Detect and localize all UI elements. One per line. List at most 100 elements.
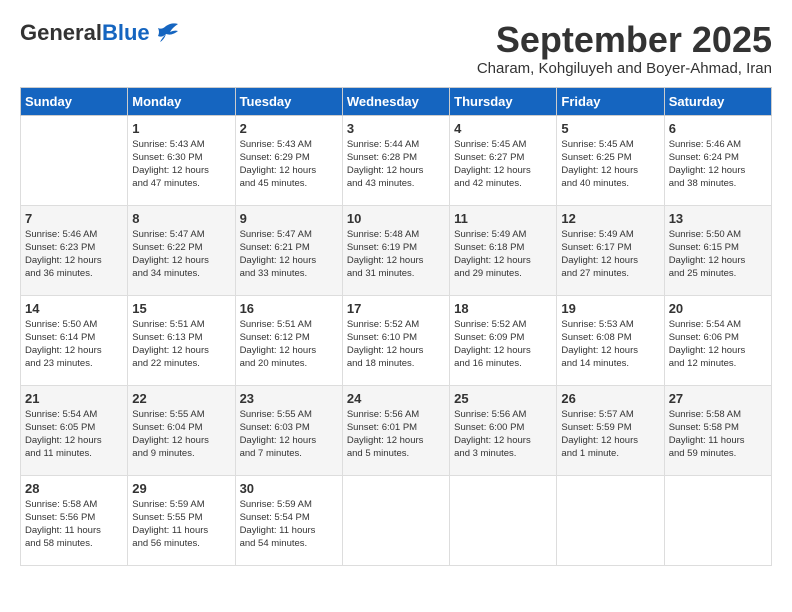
day-number: 8 <box>132 211 230 226</box>
day-number: 1 <box>132 121 230 136</box>
calendar-cell <box>21 115 128 205</box>
calendar-cell <box>450 475 557 565</box>
weekday-header-tuesday: Tuesday <box>235 87 342 115</box>
day-info: Sunrise: 5:46 AM Sunset: 6:23 PM Dayligh… <box>25 228 123 281</box>
calendar-cell: 1Sunrise: 5:43 AM Sunset: 6:30 PM Daylig… <box>128 115 235 205</box>
weekday-header-monday: Monday <box>128 87 235 115</box>
day-number: 10 <box>347 211 445 226</box>
calendar-cell: 26 Sunrise: 5:57 AM Sunset: 5:59 PM Dayli… <box>557 385 664 475</box>
day-info: Sunrise: 5:54 AM Sunset: 6:06 PM Dayligh… <box>669 318 767 371</box>
week-row-5: 28 Sunrise: 5:58 AM Sunset: 5:56 PM Dayli… <box>21 475 772 565</box>
calendar-cell: 6 Sunrise: 5:46 AM Sunset: 6:24 PM Daylig… <box>664 115 771 205</box>
calendar-table: SundayMondayTuesdayWednesdayThursdayFrid… <box>20 87 772 566</box>
week-row-1: 1Sunrise: 5:43 AM Sunset: 6:30 PM Daylig… <box>21 115 772 205</box>
day-number: 5 <box>561 121 659 136</box>
day-info: Sunrise: 5:53 AM Sunset: 6:08 PM Dayligh… <box>561 318 659 371</box>
calendar-cell: 23Sunrise: 5:55 AM Sunset: 6:03 PM Dayli… <box>235 385 342 475</box>
calendar-cell: 13 Sunrise: 5:50 AM Sunset: 6:15 PM Dayli… <box>664 205 771 295</box>
subtitle: Charam, Kohgiluyeh and Boyer-Ahmad, Iran <box>477 60 772 77</box>
day-info: Sunrise: 5:58 AM Sunset: 5:58 PM Dayligh… <box>669 408 767 461</box>
day-number: 21 <box>25 391 123 406</box>
day-info: Sunrise: 5:45 AM Sunset: 6:25 PM Dayligh… <box>561 138 659 191</box>
day-info: Sunrise: 5:43 AM Sunset: 6:29 PM Dayligh… <box>240 138 338 191</box>
calendar-cell: 24Sunrise: 5:56 AM Sunset: 6:01 PM Dayli… <box>342 385 449 475</box>
day-info: Sunrise: 5:52 AM Sunset: 6:10 PM Dayligh… <box>347 318 445 371</box>
day-number: 27 <box>669 391 767 406</box>
day-info: Sunrise: 5:49 AM Sunset: 6:18 PM Dayligh… <box>454 228 552 281</box>
calendar-cell: 3Sunrise: 5:44 AM Sunset: 6:28 PM Daylig… <box>342 115 449 205</box>
day-number: 17 <box>347 301 445 316</box>
calendar-cell: 8 Sunrise: 5:47 AM Sunset: 6:22 PM Daylig… <box>128 205 235 295</box>
calendar-cell: 19 Sunrise: 5:53 AM Sunset: 6:08 PM Dayli… <box>557 295 664 385</box>
day-number: 25 <box>454 391 552 406</box>
day-info: Sunrise: 5:52 AM Sunset: 6:09 PM Dayligh… <box>454 318 552 371</box>
day-number: 22 <box>132 391 230 406</box>
calendar-cell: 15Sunrise: 5:51 AM Sunset: 6:13 PM Dayli… <box>128 295 235 385</box>
calendar-cell: 21 Sunrise: 5:54 AM Sunset: 6:05 PM Dayli… <box>21 385 128 475</box>
day-number: 29 <box>132 481 230 496</box>
calendar-cell: 17 Sunrise: 5:52 AM Sunset: 6:10 PM Dayli… <box>342 295 449 385</box>
calendar-cell <box>664 475 771 565</box>
month-title: September 2025 <box>477 20 772 60</box>
week-row-3: 14 Sunrise: 5:50 AM Sunset: 6:14 PM Dayli… <box>21 295 772 385</box>
day-number: 7 <box>25 211 123 226</box>
day-number: 16 <box>240 301 338 316</box>
day-number: 6 <box>669 121 767 136</box>
calendar-cell: 10 Sunrise: 5:48 AM Sunset: 6:19 PM Dayli… <box>342 205 449 295</box>
day-info: Sunrise: 5:47 AM Sunset: 6:22 PM Dayligh… <box>132 228 230 281</box>
day-info: Sunrise: 5:55 AM Sunset: 6:03 PM Dayligh… <box>240 408 338 461</box>
day-number: 20 <box>669 301 767 316</box>
day-info: Sunrise: 5:55 AM Sunset: 6:04 PM Dayligh… <box>132 408 230 461</box>
day-number: 24 <box>347 391 445 406</box>
weekday-header-saturday: Saturday <box>664 87 771 115</box>
calendar-cell: 7 Sunrise: 5:46 AM Sunset: 6:23 PM Daylig… <box>21 205 128 295</box>
calendar-cell: 4 Sunrise: 5:45 AM Sunset: 6:27 PM Daylig… <box>450 115 557 205</box>
weekday-header-sunday: Sunday <box>21 87 128 115</box>
day-number: 30 <box>240 481 338 496</box>
week-row-2: 7 Sunrise: 5:46 AM Sunset: 6:23 PM Daylig… <box>21 205 772 295</box>
weekday-header-wednesday: Wednesday <box>342 87 449 115</box>
weekday-header-friday: Friday <box>557 87 664 115</box>
calendar-cell: 30 Sunrise: 5:59 AM Sunset: 5:54 PM Dayli… <box>235 475 342 565</box>
week-row-4: 21 Sunrise: 5:54 AM Sunset: 6:05 PM Dayli… <box>21 385 772 475</box>
day-info: Sunrise: 5:51 AM Sunset: 6:13 PM Dayligh… <box>132 318 230 371</box>
calendar-cell: 5 Sunrise: 5:45 AM Sunset: 6:25 PM Daylig… <box>557 115 664 205</box>
day-number: 11 <box>454 211 552 226</box>
weekday-header-row: SundayMondayTuesdayWednesdayThursdayFrid… <box>21 87 772 115</box>
day-info: Sunrise: 5:51 AM Sunset: 6:12 PM Dayligh… <box>240 318 338 371</box>
day-info: Sunrise: 5:54 AM Sunset: 6:05 PM Dayligh… <box>25 408 123 461</box>
page-header: GeneralBlue September 2025 Charam, Kohgi… <box>20 20 772 77</box>
day-info: Sunrise: 5:59 AM Sunset: 5:55 PM Dayligh… <box>132 498 230 551</box>
day-info: Sunrise: 5:57 AM Sunset: 5:59 PM Dayligh… <box>561 408 659 461</box>
calendar-cell: 14 Sunrise: 5:50 AM Sunset: 6:14 PM Dayli… <box>21 295 128 385</box>
day-info: Sunrise: 5:56 AM Sunset: 6:00 PM Dayligh… <box>454 408 552 461</box>
day-number: 19 <box>561 301 659 316</box>
day-number: 2 <box>240 121 338 136</box>
day-number: 26 <box>561 391 659 406</box>
calendar-cell: 27 Sunrise: 5:58 AM Sunset: 5:58 PM Dayli… <box>664 385 771 475</box>
calendar-cell: 16 Sunrise: 5:51 AM Sunset: 6:12 PM Dayli… <box>235 295 342 385</box>
title-area: September 2025 Charam, Kohgiluyeh and Bo… <box>477 20 772 77</box>
calendar-cell: 20 Sunrise: 5:54 AM Sunset: 6:06 PM Dayli… <box>664 295 771 385</box>
calendar-cell: 25 Sunrise: 5:56 AM Sunset: 6:00 PM Dayli… <box>450 385 557 475</box>
calendar-cell: 18 Sunrise: 5:52 AM Sunset: 6:09 PM Dayli… <box>450 295 557 385</box>
calendar-cell: 9Sunrise: 5:47 AM Sunset: 6:21 PM Daylig… <box>235 205 342 295</box>
day-number: 4 <box>454 121 552 136</box>
day-info: Sunrise: 5:45 AM Sunset: 6:27 PM Dayligh… <box>454 138 552 191</box>
calendar-cell <box>342 475 449 565</box>
logo-bird-icon <box>152 22 180 44</box>
day-info: Sunrise: 5:48 AM Sunset: 6:19 PM Dayligh… <box>347 228 445 281</box>
day-number: 14 <box>25 301 123 316</box>
day-info: Sunrise: 5:49 AM Sunset: 6:17 PM Dayligh… <box>561 228 659 281</box>
calendar-cell: 22 Sunrise: 5:55 AM Sunset: 6:04 PM Dayli… <box>128 385 235 475</box>
day-info: Sunrise: 5:59 AM Sunset: 5:54 PM Dayligh… <box>240 498 338 551</box>
day-number: 28 <box>25 481 123 496</box>
calendar-cell: 11 Sunrise: 5:49 AM Sunset: 6:18 PM Dayli… <box>450 205 557 295</box>
day-info: Sunrise: 5:50 AM Sunset: 6:15 PM Dayligh… <box>669 228 767 281</box>
day-info: Sunrise: 5:47 AM Sunset: 6:21 PM Dayligh… <box>240 228 338 281</box>
day-number: 18 <box>454 301 552 316</box>
day-info: Sunrise: 5:46 AM Sunset: 6:24 PM Dayligh… <box>669 138 767 191</box>
day-info: Sunrise: 5:50 AM Sunset: 6:14 PM Dayligh… <box>25 318 123 371</box>
day-number: 13 <box>669 211 767 226</box>
day-info: Sunrise: 5:58 AM Sunset: 5:56 PM Dayligh… <box>25 498 123 551</box>
